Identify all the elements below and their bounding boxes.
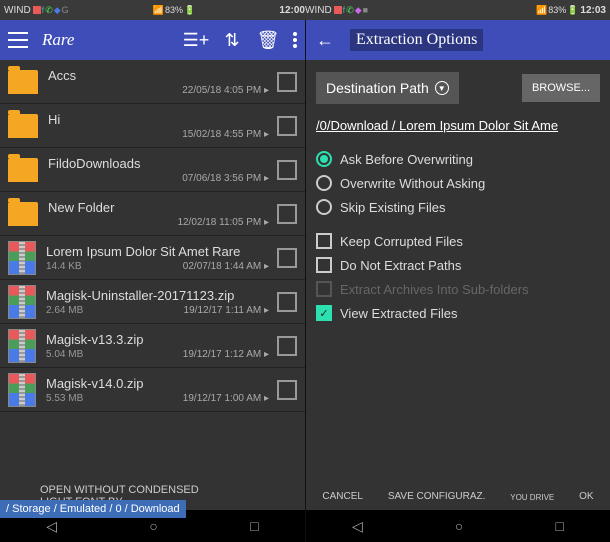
select-checkbox[interactable] [277, 204, 297, 224]
file-size: 14.4 KB [46, 261, 82, 272]
checkbox-icon [316, 281, 332, 297]
file-date: 19/12/17 1:12 AM ▸ [83, 349, 269, 360]
toolbar: Rare ☰+ ⇅ 🗑 [0, 20, 305, 60]
select-checkbox[interactable] [277, 72, 297, 92]
app-title: Rare [42, 30, 74, 50]
cancel-button[interactable]: CANCEL [322, 491, 363, 502]
toolbar: ← Extraction Options [306, 20, 610, 60]
nav-back[interactable]: ◁ [352, 518, 363, 535]
radio-icon [316, 151, 332, 167]
file-item[interactable]: FildoDownloads 07/06/18 3:56 PM ▸ [0, 148, 305, 192]
file-name: FildoDownloads [48, 156, 269, 171]
nav-back[interactable]: ◁ [46, 518, 57, 535]
file-item[interactable]: Magisk-Uninstaller-20171123.zip 2.64 MB19… [0, 280, 305, 324]
file-item[interactable]: Magisk-v13.3.zip 5.04 MB19/12/17 1:12 AM … [0, 324, 305, 368]
bottom-actions: CANCEL SAVE CONFIGURAZ. YOU DRIVE OK [306, 483, 610, 510]
radio-label: Skip Existing Files [340, 200, 445, 215]
file-date: 07/06/18 3:56 PM ▸ [48, 173, 269, 184]
file-item[interactable]: Magisk-v14.0.zip 5.53 MB19/12/17 1:00 AM … [0, 368, 305, 412]
options-checkbox-group: Keep Corrupted Files Do Not Extract Paths… [316, 233, 600, 321]
path-bar[interactable]: / Storage / Emulated / 0 / Download [0, 500, 186, 518]
file-date: 12/02/18 11:05 PM ▸ [48, 217, 269, 228]
status-bar-right: WIND f✆◆■ 📶83%🔋 12:03 [305, 5, 606, 16]
file-item[interactable]: Lorem Ipsum Dolor Sit Amet Rare 14.4 KB02… [0, 236, 305, 280]
drive-button[interactable]: YOU DRIVE [510, 493, 554, 502]
file-name: Hi [48, 112, 269, 127]
menu-icon[interactable] [8, 32, 28, 48]
select-checkbox[interactable] [277, 248, 297, 268]
overwrite-radio-group: Ask Before Overwriting Overwrite Without … [316, 151, 600, 215]
file-name: Magisk-Uninstaller-20171123.zip [46, 288, 269, 303]
file-size: 2.64 MB [46, 305, 83, 316]
extraction-options-screen: ← Extraction Options Destination Path ▼ … [305, 20, 610, 542]
radio-item[interactable]: Ask Before Overwriting [316, 151, 600, 167]
screen-title: Extraction Options [350, 29, 483, 51]
file-item[interactable]: New Folder 12/02/18 11:05 PM ▸ [0, 192, 305, 236]
file-date: 22/05/18 4:05 PM ▸ [48, 85, 269, 96]
file-size: 5.53 MB [46, 393, 83, 404]
nav-recent[interactable]: □ [250, 518, 258, 534]
file-date: 15/02/18 4:55 PM ▸ [48, 129, 269, 140]
zip-icon [8, 241, 36, 275]
checkbox-item[interactable]: Do Not Extract Paths [316, 257, 600, 273]
select-checkbox[interactable] [277, 160, 297, 180]
ok-button[interactable]: OK [579, 491, 593, 502]
radio-item[interactable]: Overwrite Without Asking [316, 175, 600, 191]
nav-bar: ◁ ○ □ [306, 510, 610, 542]
select-checkbox[interactable] [277, 116, 297, 136]
checkbox-item[interactable]: Keep Corrupted Files [316, 233, 600, 249]
file-name: Magisk-v13.3.zip [46, 332, 269, 347]
overflow-icon[interactable] [293, 32, 297, 48]
chevron-down-icon: ▼ [435, 81, 449, 95]
file-list[interactable]: Accs 22/05/18 4:05 PM ▸ Hi 15/02/18 4:55 PM… [0, 60, 305, 482]
file-size: 5.04 MB [46, 349, 83, 360]
checkbox-label: Keep Corrupted Files [340, 234, 463, 249]
select-checkbox[interactable] [277, 336, 297, 356]
nav-home[interactable]: ○ [455, 518, 463, 534]
radio-icon [316, 175, 332, 191]
checkbox-item[interactable]: ✓ View Extracted Files [316, 305, 600, 321]
select-checkbox[interactable] [277, 380, 297, 400]
select-checkbox[interactable] [277, 292, 297, 312]
nav-recent[interactable]: □ [555, 518, 563, 534]
file-date: 19/12/17 1:00 AM ▸ [83, 393, 269, 404]
radio-icon [316, 199, 332, 215]
file-browser-screen: Rare ☰+ ⇅ 🗑 Accs 22/05/18 4:05 PM ▸ Hi 15/0… [0, 20, 305, 542]
nav-home[interactable]: ○ [149, 518, 157, 534]
radio-item[interactable]: Skip Existing Files [316, 199, 600, 215]
file-date: 02/07/18 1:44 AM ▸ [82, 261, 269, 272]
checkbox-icon [316, 233, 332, 249]
checkbox-item: Extract Archives Into Sub-folders [316, 281, 600, 297]
checkbox-icon [316, 257, 332, 273]
folder-icon [8, 114, 38, 138]
destination-path-dropdown[interactable]: Destination Path ▼ [316, 72, 459, 104]
checkbox-label: View Extracted Files [340, 306, 458, 321]
sort-icon[interactable]: ⇅ [221, 29, 243, 51]
folder-icon [8, 70, 38, 94]
delete-icon[interactable]: 🗑 [257, 29, 279, 51]
folder-icon [8, 202, 38, 226]
file-item[interactable]: Hi 15/02/18 4:55 PM ▸ [0, 104, 305, 148]
file-item[interactable]: Accs 22/05/18 4:05 PM ▸ [0, 60, 305, 104]
zip-icon [8, 329, 36, 363]
file-name: Magisk-v14.0.zip [46, 376, 269, 391]
zip-icon [8, 373, 36, 407]
destination-path-text[interactable]: /0/Download / Lorem Ipsum Dolor Sit Ame [316, 118, 600, 133]
checkbox-label: Extract Archives Into Sub-folders [340, 282, 529, 297]
file-date: 19/12/17 1:11 AM ▸ [83, 305, 269, 316]
file-name: Accs [48, 68, 269, 83]
save-button[interactable]: SAVE CONFIGURAZ. [388, 491, 486, 502]
folder-icon [8, 158, 38, 182]
status-bar-left: WIND f✆◆G 📶83%🔋 12:00 [4, 5, 305, 16]
radio-label: Overwrite Without Asking [340, 176, 485, 191]
radio-label: Ask Before Overwriting [340, 152, 473, 167]
add-list-icon[interactable]: ☰+ [185, 29, 207, 51]
zip-icon [8, 285, 36, 319]
browse-button[interactable]: BROWSE... [522, 74, 600, 102]
checkbox-icon: ✓ [316, 305, 332, 321]
back-icon[interactable]: ← [314, 29, 336, 51]
file-name: New Folder [48, 200, 269, 215]
file-name: Lorem Ipsum Dolor Sit Amet Rare [46, 244, 269, 259]
checkbox-label: Do Not Extract Paths [340, 258, 461, 273]
